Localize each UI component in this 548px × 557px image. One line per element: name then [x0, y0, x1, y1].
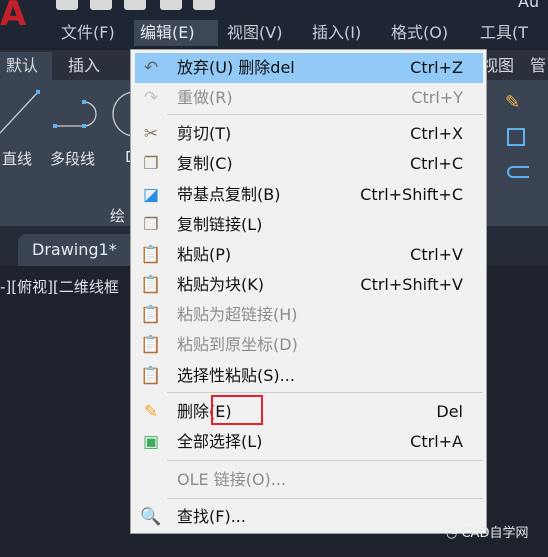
- undo-icon: ↶: [143, 58, 159, 78]
- menu-view[interactable]: 视图(V): [221, 20, 288, 46]
- watermark-text: CAD自学网: [461, 526, 529, 541]
- tool-polyline[interactable]: 多段线: [50, 148, 95, 169]
- menu-item[interactable]: 📋 粘贴为块(K) Ctrl+Shift+V: [135, 270, 483, 300]
- menu-item-shortcut: Ctrl+Shift+V: [360, 275, 463, 294]
- menu-item-label: 查找(F)...: [177, 507, 246, 526]
- plot-icon[interactable]: [193, 0, 215, 10]
- paste-special-icon: 📋: [140, 366, 162, 386]
- menu-item[interactable]: ✂ 剪切(T) Ctrl+X: [135, 119, 483, 149]
- menu-item-shortcut: Ctrl+A: [410, 432, 463, 451]
- line-polyline-icons[interactable]: [0, 88, 130, 148]
- copy-base-point-icon: ◪: [142, 185, 160, 205]
- menu-item[interactable]: ❐ 复制(C) Ctrl+C: [135, 149, 483, 179]
- cut-icon: ✂: [143, 124, 159, 144]
- menu-separator: [167, 498, 483, 499]
- redo-icon: ↷: [143, 88, 159, 108]
- menu-item[interactable]: 📋 粘贴到原坐标(D): [135, 330, 483, 360]
- menu-item[interactable]: ✎ 删除(E) Del: [135, 397, 483, 427]
- box-tool-icon[interactable]: [507, 128, 525, 146]
- menu-tools[interactable]: 工具(T: [474, 20, 534, 46]
- menu-item[interactable]: ↷ 重做(R) Ctrl+Y: [135, 83, 483, 113]
- viewport-controls[interactable]: -][俯视][二维线框: [0, 276, 119, 297]
- menu-item[interactable]: ↶ 放弃(U) 删除del Ctrl+Z: [135, 53, 483, 83]
- menu-file[interactable]: 文件(F): [55, 20, 121, 46]
- menu-item-shortcut: Ctrl+V: [410, 245, 463, 264]
- offset-tool-icon[interactable]: [507, 166, 529, 178]
- autocad-logo[interactable]: A: [0, 0, 30, 32]
- menu-item[interactable]: 🔍 查找(F)...: [135, 502, 483, 532]
- save-as-icon[interactable]: [160, 0, 182, 10]
- new-icon[interactable]: [56, 0, 78, 10]
- watermark: ◔ CAD自学网: [446, 526, 529, 541]
- app-title: Au: [518, 0, 540, 11]
- copy-icon: ❐: [143, 154, 159, 174]
- annotation-highlight-box: [211, 395, 263, 425]
- menu-item-shortcut: Ctrl+Z: [410, 58, 463, 77]
- menu-item-label: 粘贴到原坐标(D): [177, 335, 298, 354]
- menu-item-label: 粘贴为超链接(H): [177, 305, 298, 324]
- menu-item[interactable]: ❐ 复制链接(L): [135, 210, 483, 240]
- paste-block-icon: 📋: [140, 275, 162, 295]
- menu-item[interactable]: 📋 选择性粘贴(S)...: [135, 361, 483, 391]
- menu-item[interactable]: ◪ 带基点复制(B) Ctrl+Shift+C: [135, 180, 483, 210]
- paste-original-coords-icon: 📋: [140, 335, 162, 355]
- copy-link-icon: ❐: [143, 215, 159, 235]
- menu-item-shortcut: Ctrl+X: [410, 124, 463, 143]
- menu-item-shortcut: Ctrl+Y: [411, 88, 463, 107]
- tab-insert[interactable]: 插入: [62, 52, 106, 80]
- menu-item-label: 粘贴为块(K): [177, 275, 264, 294]
- paste-hyperlink-icon: 📋: [140, 305, 162, 325]
- menu-item-shortcut: Ctrl+Shift+C: [360, 185, 463, 204]
- menu-item-label: 重做(R): [177, 88, 233, 107]
- menu-item-label: 放弃(U) 删除del: [177, 58, 295, 77]
- select-all-icon: ▣: [142, 432, 160, 452]
- menu-item-label: 带基点复制(B): [177, 185, 281, 204]
- menu-item-label: 粘贴(P): [177, 245, 232, 264]
- menu-item[interactable]: ▣ 全部选择(L) Ctrl+A: [135, 427, 483, 457]
- menu-separator: [167, 460, 483, 461]
- open-icon[interactable]: [90, 0, 112, 10]
- menu-item-label: OLE 链接(O)...: [177, 470, 287, 489]
- menu-item[interactable]: OLE 链接(O)...: [135, 465, 483, 495]
- edit-menu-dropdown: ↶ 放弃(U) 删除del Ctrl+Z ↷ 重做(R) Ctrl+Y ✂ 剪切(T) Ctrl…: [130, 49, 487, 534]
- menu-format[interactable]: 格式(O): [385, 20, 454, 46]
- menu-insert[interactable]: 插入(I): [306, 20, 367, 46]
- menu-item[interactable]: 📋 粘贴为超链接(H): [135, 300, 483, 330]
- draw-panel-label: 绘: [110, 207, 126, 225]
- tab-drawing1[interactable]: Drawing1*: [18, 234, 138, 266]
- menu-separator: [167, 392, 483, 393]
- menu-item-shortcut: Del: [436, 402, 463, 421]
- erase-tool-icon[interactable]: ✎: [505, 92, 520, 113]
- menu-item-shortcut: Ctrl+C: [409, 154, 463, 173]
- menu-item[interactable]: 📋 粘贴(P) Ctrl+V: [135, 240, 483, 270]
- tab-default[interactable]: 默认: [0, 52, 52, 80]
- erase-icon: ✎: [143, 402, 159, 422]
- menu-item-label: 复制(C): [177, 154, 233, 173]
- menu-item-label: 选择性粘贴(S)...: [177, 366, 295, 385]
- menu-separator: [167, 114, 483, 115]
- menu-item-label: 全部选择(L): [177, 432, 263, 451]
- find-icon: 🔍: [140, 507, 162, 527]
- save-icon[interactable]: [124, 0, 146, 10]
- paste-icon: 📋: [140, 245, 162, 265]
- menu-edit[interactable]: 编辑(E): [134, 20, 218, 46]
- menu-item-label: 剪切(T): [177, 124, 232, 143]
- menu-item-label: 复制链接(L): [177, 215, 263, 234]
- tool-line[interactable]: 直线: [2, 148, 32, 169]
- tab-manage[interactable]: 管: [530, 52, 546, 80]
